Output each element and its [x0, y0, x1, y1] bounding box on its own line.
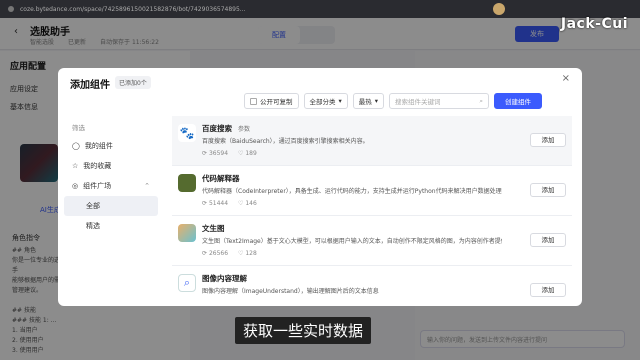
uses-count: ⟳ 51444: [202, 200, 229, 207]
add-component-dialog: 添加组件 已添加0个 × 公开可复制 全部分类 ▾ 最热 ▾ 搜索组件关键词 ⌕ 创建…: [58, 68, 582, 306]
uses-count: ⟳ 26566: [202, 250, 229, 257]
user-icon: ◯: [72, 142, 80, 150]
sidebar-item-all[interactable]: 全部: [64, 196, 158, 216]
sidebar-label: 组件广场: [83, 182, 112, 190]
item-title: 百度搜索 参数: [202, 123, 250, 134]
sidebar-item-plaza[interactable]: ◎ 组件广场 ⌃: [58, 176, 164, 196]
list-item[interactable]: 文生图 文生图（Text2Image）基于文心大模型，可以根据用户输入的文本，自…: [172, 216, 572, 266]
item-name: 百度搜索: [202, 124, 232, 133]
likes-count: ♡ 146: [238, 200, 257, 207]
item-desc: 文生图（Text2Image）基于文心大模型，可以根据用户输入的文本，自动创作不…: [202, 238, 502, 245]
list-item[interactable]: ⌕ 图像内容理解 图像内容理解（ImageUnderstand），输出理解图片后…: [172, 266, 572, 306]
added-count-badge: 已添加0个: [115, 76, 151, 89]
search-icon: ⌕: [479, 96, 484, 105]
add-button[interactable]: 添加: [530, 283, 566, 297]
item-title: 代码解释器: [202, 173, 240, 184]
dialog-sidebar: 筛选 ◯ 我的组件 ☆ 我的收藏 ◎ 组件广场 ⌃ 全部 精选: [58, 116, 164, 306]
video-subtitle: 获取一些实时数据: [235, 317, 372, 344]
param-badge: 参数: [238, 126, 251, 133]
chevron-down-icon: ▾: [338, 97, 342, 105]
sort-select[interactable]: 最热 ▾: [352, 93, 385, 109]
uses-count: ⟳ 36594: [202, 150, 229, 157]
chevron-up-icon: ⌃: [144, 182, 150, 190]
component-list: 🐾 百度搜索 参数 百度搜索（BaiduSearch），通过百度搜索引擎搜索相关内…: [172, 116, 572, 306]
search-input[interactable]: 搜索组件关键词 ⌕: [389, 93, 490, 109]
baidu-paw-icon: 🐾: [178, 124, 196, 142]
sidebar-item-favorites[interactable]: ☆ 我的收藏: [58, 156, 164, 176]
image-search-icon: ⌕: [178, 274, 196, 292]
copyable-label: 公开可复制: [260, 98, 293, 106]
item-title: 文生图: [202, 223, 225, 234]
sort-value: 最热: [358, 98, 372, 106]
dialog-toolbar: 公开可复制 全部分类 ▾ 最热 ▾ 搜索组件关键词 ⌕ 创建组件: [244, 93, 543, 109]
sidebar-item-featured[interactable]: 精选: [58, 216, 164, 236]
checkbox-icon: [250, 97, 257, 105]
item-stats: ⟳ 26566 ♡ 128: [202, 250, 257, 257]
add-button[interactable]: 添加: [530, 233, 566, 247]
item-desc: 图像内容理解（ImageUnderstand），输出理解图片后的文本信息: [202, 288, 379, 295]
dialog-title: 添加组件: [70, 80, 110, 91]
sidebar-label: 我的组件: [84, 142, 113, 150]
text2image-icon: [178, 224, 196, 242]
category-select[interactable]: 全部分类 ▾: [303, 93, 348, 109]
copyable-checkbox[interactable]: 公开可复制: [244, 93, 299, 109]
item-stats: ⟳ 51444 ♡ 146: [202, 200, 257, 207]
url-text[interactable]: coze.bytedance.com/space/742589615002158…: [20, 6, 360, 13]
code-interpreter-icon: [178, 174, 196, 192]
sidebar-item-my-components[interactable]: ◯ 我的组件: [58, 136, 164, 156]
likes-count: ♡ 189: [238, 150, 257, 157]
create-component-button[interactable]: 创建组件: [494, 93, 543, 109]
star-icon: ☆: [72, 162, 79, 170]
close-icon[interactable]: ×: [562, 73, 570, 84]
item-name: 文生图: [202, 224, 225, 233]
avatar[interactable]: [493, 3, 505, 15]
item-name: 代码解释器: [202, 174, 240, 183]
add-button[interactable]: 添加: [530, 133, 566, 147]
screen: coze.bytedance.com/space/742589615002158…: [0, 0, 640, 360]
list-item[interactable]: 🐾 百度搜索 参数 百度搜索（BaiduSearch），通过百度搜索引擎搜索相关内…: [172, 116, 572, 166]
item-desc: 代码解释器（CodeInterpreter），具备生成、运行代码的能力，支持生成…: [202, 188, 502, 195]
item-desc: 百度搜索（BaiduSearch），通过百度搜索引擎搜索相关内容。: [202, 138, 369, 145]
item-stats: ⟳ 36594 ♡ 189: [202, 150, 257, 157]
item-name: 图像内容理解: [202, 274, 247, 283]
filter-section-label: 筛选: [72, 124, 85, 132]
add-button[interactable]: 添加: [530, 183, 566, 197]
sidebar-label: 我的收藏: [83, 162, 112, 170]
compass-icon: ◎: [72, 182, 79, 190]
item-title: 图像内容理解: [202, 273, 247, 284]
search-placeholder: 搜索组件关键词: [395, 98, 441, 106]
list-item[interactable]: 代码解释器 代码解释器（CodeInterpreter），具备生成、运行代码的能…: [172, 166, 572, 216]
likes-count: ♡ 128: [238, 250, 257, 257]
browser-dot: [8, 6, 14, 12]
channel-watermark: Jack-Cui: [560, 16, 628, 32]
chevron-down-icon: ▾: [374, 97, 379, 105]
browser-bar: coze.bytedance.com/space/742589615002158…: [0, 0, 640, 18]
category-value: 全部分类: [309, 98, 336, 106]
